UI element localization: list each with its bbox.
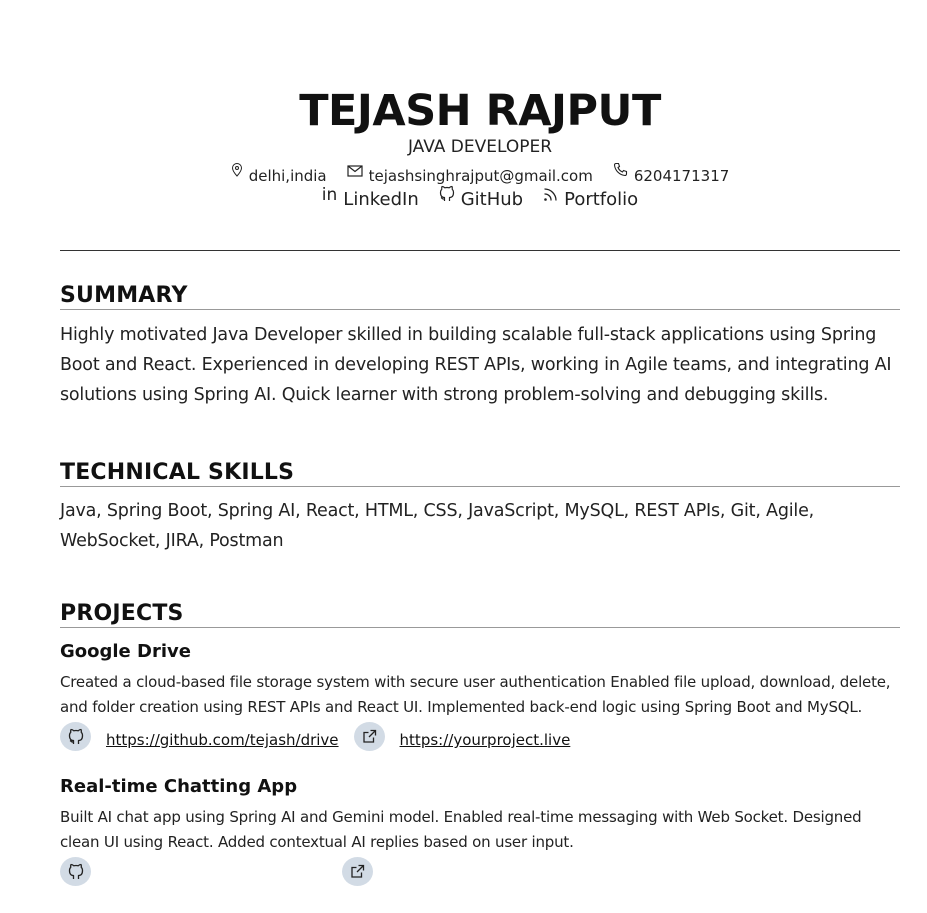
github-icon	[60, 722, 91, 751]
summary-text: Highly motivated Java Developer skilled …	[60, 325, 892, 405]
github-label[interactable]: GitHub	[461, 189, 523, 210]
projects-section: PROJECTS Google Drive Created a cloud-ba…	[60, 601, 900, 886]
phone-icon	[613, 162, 627, 177]
skills-heading: TECHNICAL SKILLS	[60, 460, 900, 487]
github-icon	[439, 185, 454, 201]
rss-icon	[544, 188, 557, 201]
social-links-row: in LinkedIn GitHub Portfolio	[60, 185, 900, 211]
candidate-role: JAVA DEVELOPER	[407, 137, 553, 157]
linkedin-link[interactable]: in LinkedIn	[321, 185, 419, 211]
portfolio-link[interactable]: Portfolio	[543, 188, 638, 210]
github-link[interactable]: GitHub	[439, 185, 523, 210]
project-description: Built AI chat app using Spring AI and Ge…	[60, 808, 862, 851]
project-links	[60, 857, 900, 886]
project-title: Real-time Chatting App	[60, 776, 298, 797]
contact-row: delhi,india tejashsinghrajput@gmail.com …	[60, 162, 900, 185]
location-pin-icon	[231, 163, 242, 177]
phone-text[interactable]: 6204171317	[634, 167, 729, 185]
mail-icon	[347, 165, 363, 177]
linkedin-icon: in	[321, 185, 338, 205]
skills-text: Java, Spring Boot, Spring AI, React, HTM…	[60, 501, 814, 551]
summary-section: SUMMARY Highly motivated Java Developer …	[60, 283, 900, 410]
external-link-icon	[342, 857, 373, 886]
project-live-link[interactable]: https://yourproject.live	[400, 731, 571, 749]
portfolio-label[interactable]: Portfolio	[564, 189, 638, 210]
project-item: Real-time Chatting App Built AI chat app…	[60, 775, 900, 886]
project-links: https://github.com/tejash/drive https://…	[60, 722, 900, 751]
email-text[interactable]: tejashsinghrajput@gmail.com	[369, 167, 593, 185]
resume-header: TEJASH RAJPUT JAVA DEVELOPER delhi,india…	[60, 86, 900, 210]
external-link-icon	[353, 722, 385, 751]
summary-heading: SUMMARY	[60, 283, 900, 310]
email-item[interactable]: tejashsinghrajput@gmail.com	[347, 165, 593, 185]
candidate-name: TEJASH RAJPUT	[299, 86, 661, 136]
phone-item[interactable]: 6204171317	[613, 162, 729, 185]
location-text: delhi,india	[248, 167, 327, 185]
projects-heading: PROJECTS	[60, 601, 900, 628]
project-title: Google Drive	[60, 641, 191, 662]
project-item: Google Drive Created a cloud-based file …	[60, 640, 900, 751]
location-item: delhi,india	[231, 163, 327, 185]
linkedin-label[interactable]: LinkedIn	[343, 189, 418, 210]
project-github-link[interactable]: https://github.com/tejash/drive	[106, 731, 339, 749]
skills-section: TECHNICAL SKILLS Java, Spring Boot, Spri…	[60, 460, 900, 556]
github-icon	[60, 857, 91, 886]
header-divider	[60, 250, 900, 251]
project-description: Created a cloud-based file storage syste…	[60, 673, 891, 716]
